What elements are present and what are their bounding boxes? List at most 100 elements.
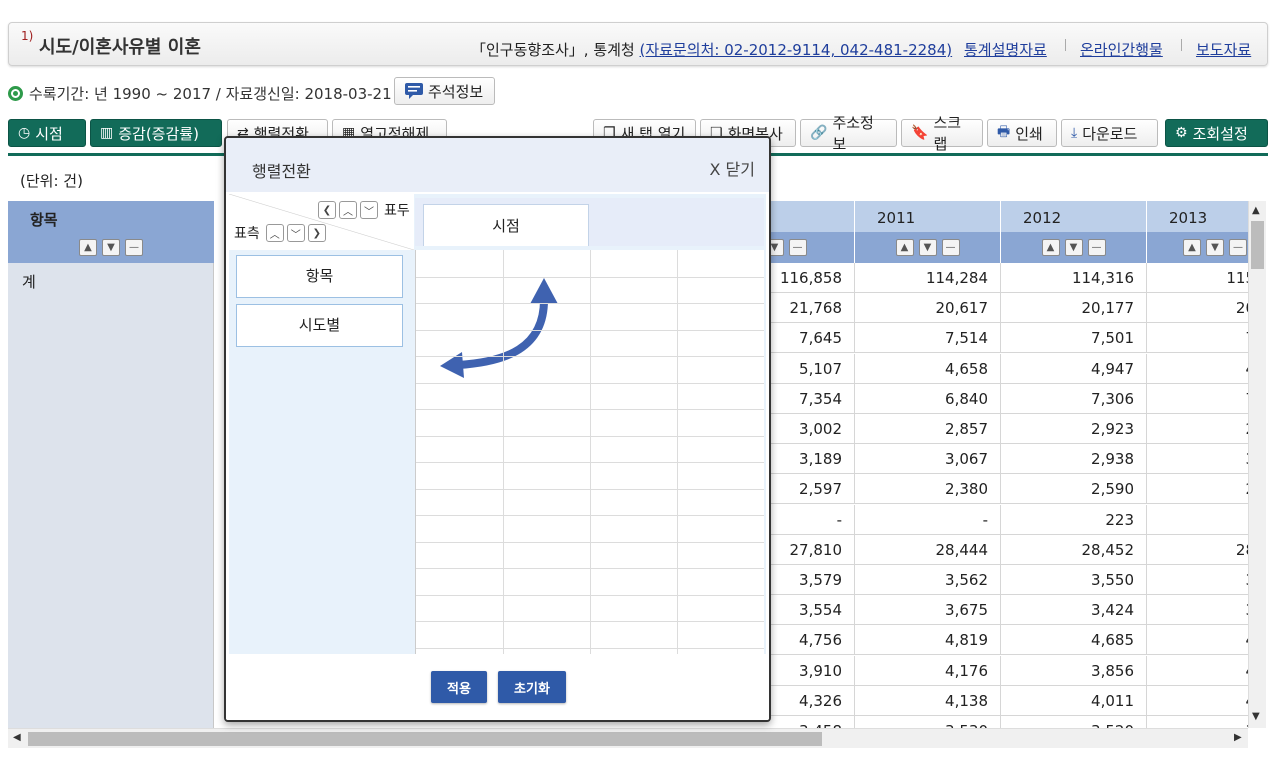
table-cell: 28,452 bbox=[1001, 534, 1147, 565]
press-link[interactable]: 보도자료 bbox=[1196, 39, 1251, 60]
collapse-icon[interactable]: — bbox=[1229, 239, 1247, 256]
sort-down-icon[interactable]: ▼ bbox=[1206, 239, 1224, 256]
apply-button[interactable]: 적용 bbox=[431, 671, 487, 703]
table-cell: 114,284 bbox=[855, 263, 1001, 293]
scroll-left-icon[interactable]: ◀ bbox=[13, 732, 21, 743]
horizontal-scrollbar[interactable]: ◀ ▶ bbox=[8, 728, 1248, 748]
year-header-2012[interactable]: 2012 bbox=[1001, 201, 1147, 232]
table-cell: 3,067 bbox=[855, 444, 1001, 475]
stat-desc-link[interactable]: 통계설명자료 bbox=[964, 39, 1047, 60]
table-cell: 3,520 bbox=[1001, 716, 1147, 728]
collapse-icon[interactable]: — bbox=[788, 239, 807, 256]
table-cell: 4,685 bbox=[1001, 625, 1147, 656]
row-label-total: 계 bbox=[22, 273, 36, 291]
print-button[interactable]: 🖶 인쇄 bbox=[987, 119, 1057, 147]
change-button[interactable]: ▥ 증감(증감률) bbox=[90, 119, 222, 147]
info-line: 수록기간: 년 1990 ~ 2017 / 자료갱신일: 2018-03-21 … bbox=[8, 82, 401, 104]
table-cell: 4,819 bbox=[855, 625, 1001, 656]
column-axis-label: 표두 bbox=[384, 203, 410, 219]
table-cell: 2 bbox=[1147, 414, 1248, 444]
sort-down-icon[interactable]: ▼ bbox=[918, 239, 937, 256]
table-cell: 3,550 bbox=[1001, 565, 1147, 595]
chevron-up-icon[interactable]: ︿ bbox=[265, 224, 284, 242]
chevron-right-icon[interactable]: ❯ bbox=[307, 224, 326, 242]
source-text: 「인구동향조사」, 통계청 (자료문의처: 02-2012-9114, 042-… bbox=[471, 39, 952, 60]
online-pub-link[interactable]: 온라인간행물 bbox=[1080, 39, 1163, 60]
scroll-down-icon[interactable]: ▼ bbox=[1252, 711, 1260, 722]
table-cell: 114,316 bbox=[1001, 263, 1147, 293]
clock-icon: ◷ bbox=[18, 125, 31, 141]
period-text: 수록기간: 년 1990 ~ 2017 / 자료갱신일: 2018-03-21 … bbox=[29, 84, 402, 103]
table-cell: 7,306 bbox=[1001, 383, 1147, 414]
table-cell: 3 bbox=[1147, 595, 1248, 626]
table-cell: 4,658 bbox=[855, 353, 1001, 384]
scroll-right-icon[interactable]: ▶ bbox=[1234, 732, 1242, 743]
address-button[interactable]: 🔗 주소정보 bbox=[800, 114, 897, 153]
scrap-label: 스크랩 bbox=[933, 114, 962, 153]
contact-link[interactable]: (자료문의처: 02-2012-9114, 042-481-2284) bbox=[640, 41, 953, 59]
table-cell: 2,857 bbox=[855, 414, 1001, 444]
table-cell: 2,938 bbox=[1001, 444, 1147, 475]
table-cell: 4,947 bbox=[1001, 353, 1147, 384]
column-item-time[interactable]: 시점 bbox=[423, 204, 589, 246]
scroll-up-icon[interactable]: ▲ bbox=[1252, 205, 1260, 216]
table-cell: 3 bbox=[1147, 716, 1248, 728]
note-button[interactable]: 주석정보 bbox=[394, 77, 495, 105]
scrap-button[interactable]: 🔖 스크랩 bbox=[901, 114, 983, 153]
query-settings-button[interactable]: ⚙ 조회설정 bbox=[1165, 119, 1268, 147]
bookmark-icon: 🔖 bbox=[911, 125, 929, 141]
year-label: 2012 bbox=[1023, 209, 1062, 227]
table-cell: 28 bbox=[1147, 534, 1248, 565]
sort-down-icon[interactable]: ▼ bbox=[102, 239, 120, 256]
sort-down-icon[interactable]: ▼ bbox=[1064, 239, 1083, 256]
table-cell: 3,530 bbox=[855, 716, 1001, 728]
row-item-category[interactable]: 항목 bbox=[236, 255, 403, 298]
vertical-scrollbar[interactable]: ▲ ▼ bbox=[1248, 201, 1266, 728]
chevron-down-icon[interactable]: ﹀ bbox=[286, 224, 305, 242]
table-cell: 3 bbox=[1147, 444, 1248, 475]
close-button[interactable]: X 닫기 bbox=[710, 156, 756, 180]
table-cell: 115 bbox=[1147, 263, 1248, 293]
bar-chart-icon: ▥ bbox=[100, 125, 114, 141]
item-header: 항목 bbox=[8, 201, 215, 232]
radio-dot-icon bbox=[8, 85, 23, 101]
table-cell: 7,501 bbox=[1001, 323, 1147, 354]
download-icon: ⤓ bbox=[1071, 125, 1078, 141]
link-icon: 🔗 bbox=[810, 125, 828, 141]
scroll-thumb[interactable] bbox=[28, 732, 822, 746]
table-cell: - bbox=[855, 504, 1001, 535]
table-cell: 4 bbox=[1147, 353, 1248, 384]
table-cell: 223 bbox=[1001, 504, 1147, 535]
table-cell: 7,514 bbox=[855, 323, 1001, 354]
chevron-up-icon[interactable]: ︿ bbox=[339, 201, 357, 219]
time-button[interactable]: ◷ 시점 bbox=[8, 119, 86, 147]
scroll-thumb[interactable] bbox=[1251, 221, 1264, 269]
reset-button[interactable]: 초기화 bbox=[498, 671, 566, 703]
chevron-left-icon[interactable]: ❮ bbox=[318, 201, 336, 219]
column-drop-zone[interactable]: 시점 bbox=[415, 198, 764, 246]
sort-up-icon[interactable]: ▲ bbox=[79, 239, 97, 256]
collapse-icon[interactable]: — bbox=[1087, 239, 1106, 256]
collapse-icon[interactable]: — bbox=[941, 239, 960, 256]
row-axis-label: 표측 bbox=[234, 226, 260, 242]
grid-line bbox=[590, 250, 591, 654]
table-cell: 2,380 bbox=[855, 474, 1001, 505]
table-cell: 4 bbox=[1147, 655, 1248, 686]
table-cell: 3,562 bbox=[855, 565, 1001, 595]
table-cell: 7 bbox=[1147, 383, 1248, 414]
sort-up-icon[interactable]: ▲ bbox=[1041, 239, 1060, 256]
dialog-title: 행렬전환 bbox=[252, 162, 311, 181]
table-cell: 4,011 bbox=[1001, 685, 1147, 716]
year-label: 2011 bbox=[877, 209, 916, 227]
sort-up-icon[interactable]: ▲ bbox=[1183, 239, 1201, 256]
sort-up-icon[interactable]: ▲ bbox=[895, 239, 914, 256]
chevron-down-icon[interactable]: ﹀ bbox=[360, 201, 378, 219]
collapse-icon[interactable]: — bbox=[125, 239, 143, 256]
query-settings-label: 조회설정 bbox=[1192, 124, 1248, 143]
year-header-2013[interactable]: 2013 bbox=[1147, 201, 1248, 232]
download-button[interactable]: ⤓ 다운로드 bbox=[1061, 119, 1158, 147]
year-header-2011[interactable]: 2011 bbox=[855, 201, 1001, 232]
time-label: 시점 bbox=[35, 124, 63, 143]
row-item-region[interactable]: 시도별 bbox=[236, 304, 403, 347]
title-bar: 1) 시도/이혼사유별 이혼 「인구동향조사」, 통계청 (자료문의처: 02-… bbox=[8, 22, 1268, 66]
